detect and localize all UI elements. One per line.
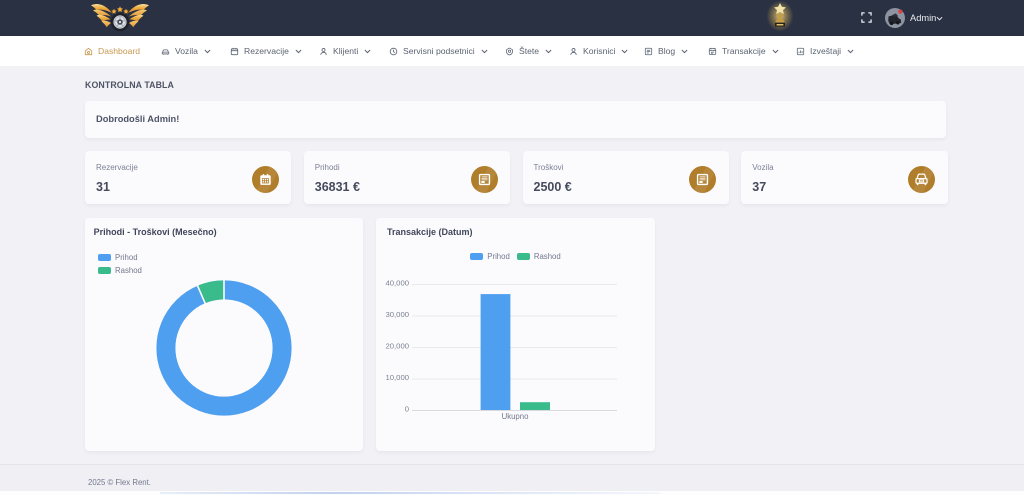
svg-text:40,000: 40,000 [385, 278, 409, 287]
svg-text:30,000: 30,000 [385, 310, 409, 319]
svg-text:0: 0 [405, 404, 409, 413]
svg-text:20,000: 20,000 [385, 341, 409, 350]
svg-text:10,000: 10,000 [385, 373, 409, 382]
svg-text:Ukupno: Ukupno [502, 412, 530, 421]
